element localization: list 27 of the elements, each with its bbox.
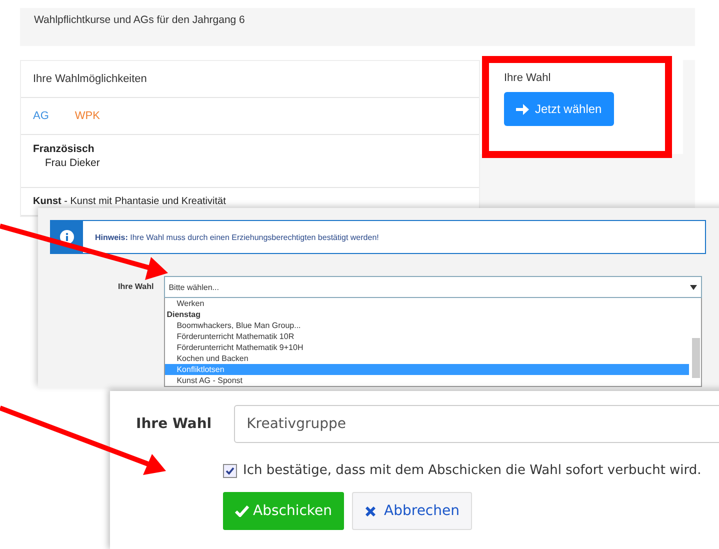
course-name: Französisch [33,143,96,155]
close-icon [365,506,376,516]
teacher-name: Frau Dieker [44,157,101,171]
dropdown-option[interactable]: Boomwhackers, Blue Man Group... [164,320,689,331]
cancel-button[interactable]: Abbrechen [352,492,472,530]
course-description: Kunst - Kunst mit Phantasie und Kreativität [33,196,227,207]
notice-text: Hinweis: Ihre Wahl muss durch einen Erziehungsberechtigten bestätigt werden! [95,232,379,242]
dropdown-option[interactable]: Förderunterricht Mathematik 9+10H [164,342,689,353]
field-label: Ihre Wahl [136,416,212,432]
checkbox-label: Ich bestätige, dass mit dem Abschicken die Wahl sofort verbucht wird. [243,463,702,478]
confirm-checkbox[interactable] [223,464,237,478]
option-group-label: Dienstag [166,309,202,320]
card-title: Ihre Wahl [504,72,552,84]
check-icon [235,505,249,517]
info-icon [60,230,74,244]
field-label: Ihre Wahl [118,281,154,291]
arrow-right-icon [516,104,529,114]
course-select[interactable]: Bitte wählen... [164,276,702,298]
page-header: Wahlpflichtkurse und AGs für den Jahrgang 6 [20,8,695,46]
dropdown-option[interactable]: Förderunterricht Mathematik 10R [164,331,689,342]
choice-input[interactable]: Kreativgruppe [234,405,719,443]
scrollbar[interactable] [692,338,700,378]
dropdown-option[interactable]: Kunst AG - Sponst [164,375,689,386]
dropdown-option[interactable]: Werken [164,298,689,309]
card-title: Ihre Wahlmöglichkeiten [33,73,147,85]
dropdown-caret-icon [690,284,697,290]
dropdown-option[interactable]: Kochen und Backen [164,353,689,364]
